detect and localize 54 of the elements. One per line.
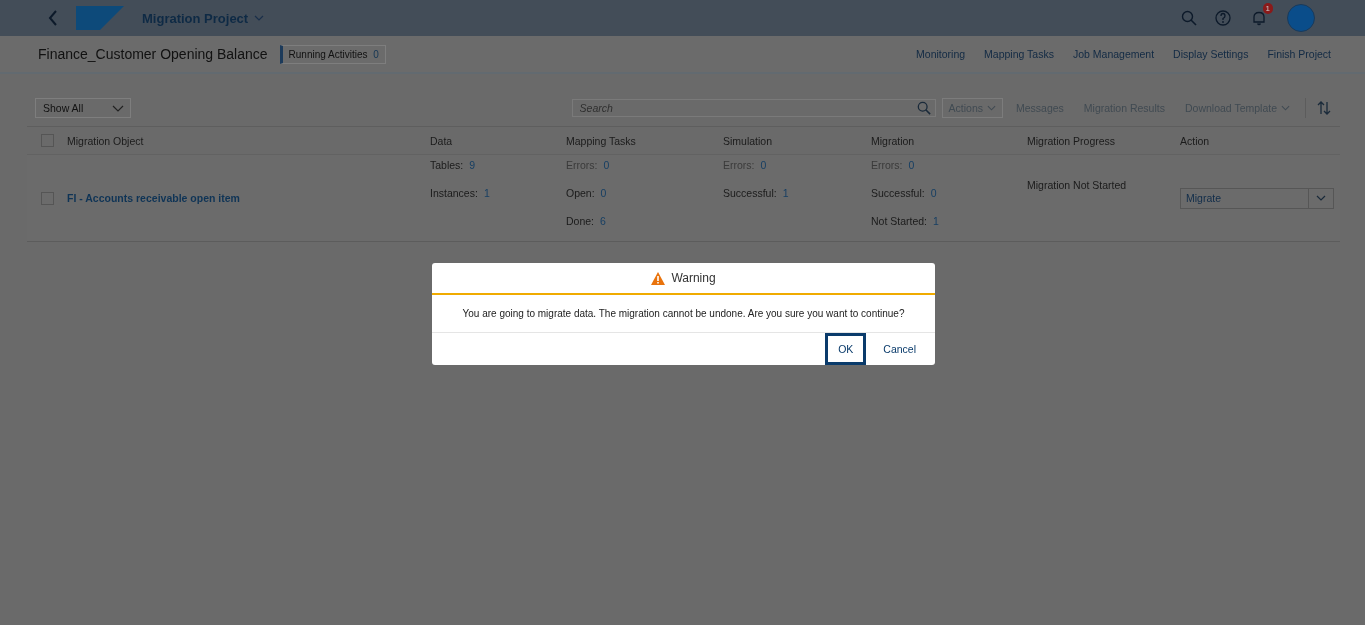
column-header: Action	[1180, 134, 1210, 147]
caret-icon	[1281, 105, 1290, 111]
stat-value: 1	[483, 187, 490, 201]
stat-value: 0	[930, 187, 937, 201]
column-header: Data	[430, 134, 453, 147]
dialog-title: Warning	[671, 271, 716, 285]
search-field[interactable]: Search	[571, 99, 936, 117]
caret-icon	[987, 105, 996, 111]
column-header: Simulation	[723, 134, 773, 147]
header-link[interactable]: Mapping Tasks	[984, 48, 1054, 60]
action-select[interactable]: Migrate	[1180, 187, 1334, 209]
header-link[interactable]: Display Settings	[1173, 48, 1249, 60]
logo-icon	[76, 6, 124, 30]
stat-value: 0	[600, 187, 607, 201]
search-icon[interactable]	[916, 101, 931, 115]
header-link[interactable]: Finish Project	[1267, 48, 1331, 60]
stat-label: Not Started:	[871, 215, 928, 229]
stat-value: 6	[600, 215, 606, 229]
stat-label: Successful:	[871, 187, 925, 201]
header-link[interactable]: Job Management	[1072, 48, 1155, 60]
header-link[interactable]: Monitoring	[916, 48, 966, 60]
stat-label: Done:	[566, 215, 595, 229]
progress-status: Migration Not Started	[1027, 179, 1127, 191]
stat-label: Instances:	[430, 187, 478, 201]
stat-value: 9	[469, 159, 476, 173]
column-header: Migration Object	[67, 134, 144, 147]
page-title: Finance_Customer Opening Balance	[38, 46, 268, 62]
caret-icon	[112, 104, 124, 112]
dialog-button[interactable]: OK	[825, 333, 867, 365]
dialog-message: You are going to migrate data. The migration cannot be undone. Are you sure you want to continue?	[462, 308, 905, 319]
notification-count: 1	[1262, 3, 1273, 14]
stat-label: Open:	[566, 187, 595, 201]
stat-label: Successful:	[723, 187, 777, 201]
caret-icon[interactable]	[1316, 195, 1326, 201]
stat-value: 1	[782, 187, 789, 201]
help-icon[interactable]	[1215, 10, 1231, 26]
running-activities-button[interactable]: Running Activities 0	[279, 44, 386, 64]
caret-icon	[254, 15, 265, 21]
warning-icon	[651, 271, 666, 285]
notification-bell-icon[interactable]	[1251, 10, 1267, 26]
sort-icon[interactable]	[1316, 100, 1332, 116]
avatar[interactable]	[1287, 4, 1315, 32]
filter-select[interactable]: Show All	[35, 98, 131, 118]
stat-value: 0	[908, 159, 915, 173]
stat-value: 0	[603, 159, 610, 173]
search-icon[interactable]	[1181, 10, 1197, 26]
stat-label: Tables:	[430, 159, 464, 173]
stat-value: 1	[933, 215, 939, 229]
column-header: Migration Progress	[1027, 134, 1116, 147]
back-icon[interactable]	[48, 10, 58, 26]
stat-value: 0	[760, 159, 767, 173]
migration-object-link[interactable]: FI - Accounts receivable open item	[67, 192, 240, 204]
column-header: Migration	[871, 134, 915, 147]
column-header: Mapping Tasks	[566, 134, 636, 147]
